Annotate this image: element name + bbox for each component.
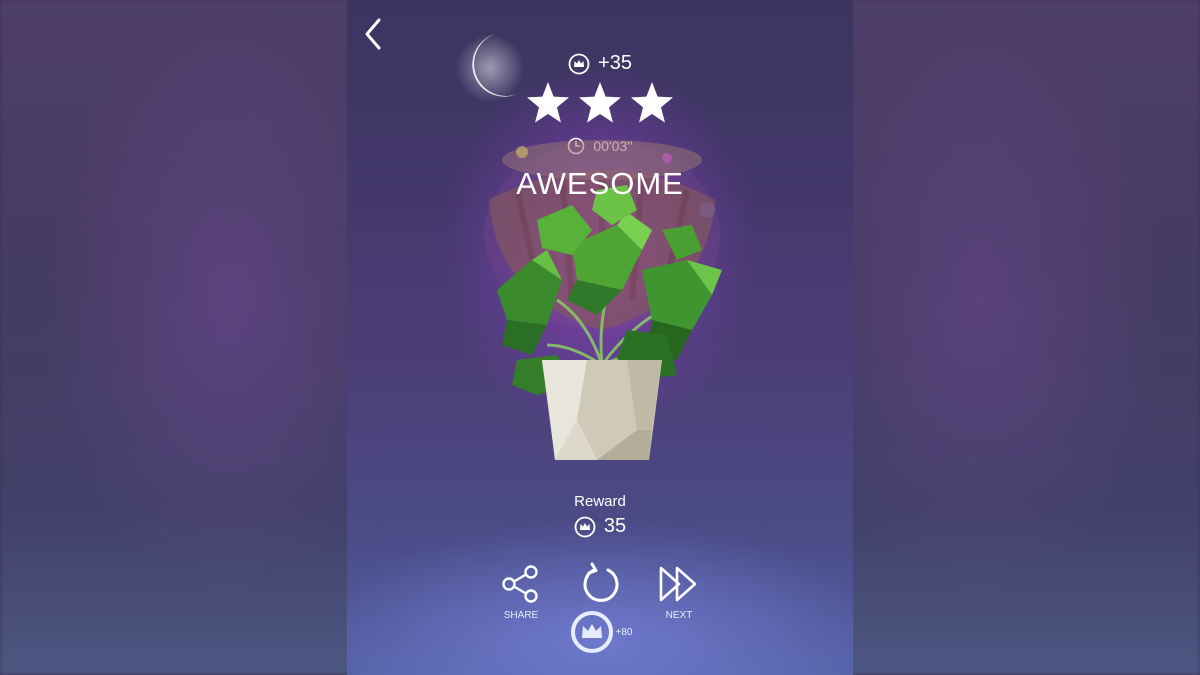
replay-cost: +80 bbox=[570, 610, 633, 654]
level-complete-screen: +35 00'03'' bbox=[347, 0, 853, 675]
replay-icon bbox=[583, 562, 619, 602]
crown-bonus: +35 bbox=[347, 52, 853, 75]
star-icon bbox=[631, 82, 673, 123]
star-icon bbox=[527, 82, 569, 123]
reward-amount: 35 bbox=[347, 515, 853, 538]
replay-cost-value: +80 bbox=[615, 626, 633, 638]
reward-label: Reward bbox=[574, 493, 626, 510]
crown-icon bbox=[570, 611, 613, 653]
crown-bonus-value: +35 bbox=[598, 52, 632, 74]
star-icon bbox=[579, 82, 621, 123]
share-label: SHARE bbox=[503, 610, 539, 621]
back-button[interactable] bbox=[359, 14, 387, 54]
star-rating bbox=[347, 80, 853, 126]
crown-icon bbox=[568, 53, 590, 74]
reward-amount-value: 35 bbox=[603, 515, 627, 537]
crown-icon bbox=[574, 516, 596, 537]
replay-button[interactable]: +80 bbox=[566, 562, 636, 654]
next-button[interactable]: NEXT bbox=[644, 562, 714, 621]
fast-forward-icon bbox=[659, 566, 697, 602]
share-icon bbox=[502, 565, 538, 603]
share-button[interactable]: SHARE bbox=[486, 562, 556, 621]
result-title: AWESOME bbox=[516, 166, 684, 201]
chevron-left-icon bbox=[365, 18, 381, 50]
next-label: NEXT bbox=[665, 610, 693, 621]
